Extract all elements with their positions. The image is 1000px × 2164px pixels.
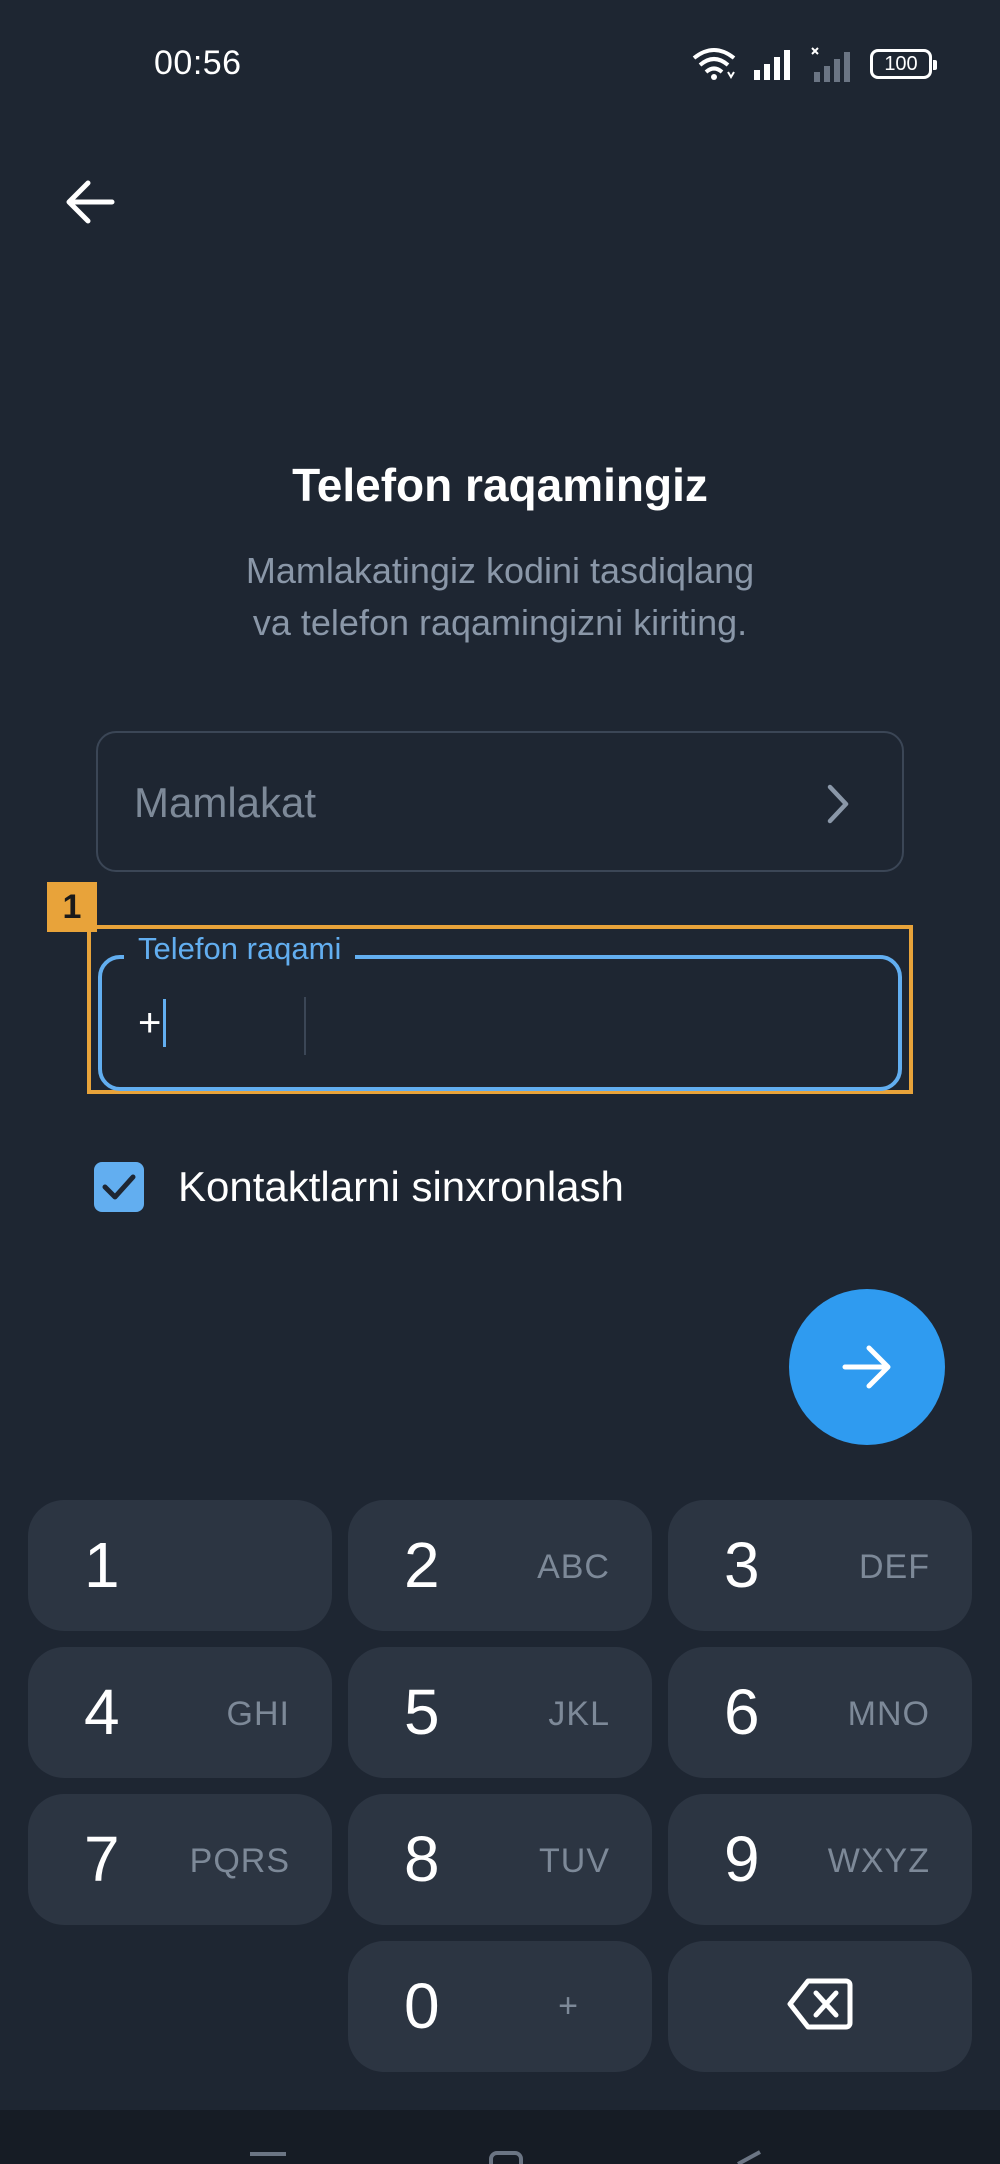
status-time: 00:56 — [154, 44, 242, 82]
key-digit: 8 — [404, 1823, 440, 1895]
phone-login-screen: 00:56 100 Telefon raqamingiz Mamlakating… — [0, 0, 1000, 2164]
subtitle-line-2: va telefon raqamingizni kiriting. — [252, 602, 748, 643]
sync-contacts-label: Kontaktlarni sinxronlash — [178, 1163, 624, 1210]
country-code-input[interactable]: + — [138, 999, 167, 1047]
plus-prefix: + — [138, 1000, 162, 1045]
key-digit: 7 — [84, 1823, 120, 1895]
phone-number-field[interactable]: Telefon raqami + — [98, 931, 902, 1091]
page-subtitle: Mamlakatingiz kodini tasdiqlang va telef… — [150, 545, 850, 649]
key-letters: DEF — [859, 1548, 930, 1586]
arrow-left-icon — [66, 180, 115, 224]
key-digit: 9 — [724, 1823, 760, 1895]
key-digit: 4 — [84, 1676, 120, 1748]
key-digit: 1 — [84, 1529, 120, 1601]
key-6[interactable]: 6 MNO — [668, 1647, 972, 1778]
key-letters: GHI — [226, 1695, 290, 1733]
key-0[interactable]: 0 + — [348, 1941, 652, 2072]
key-letters: ABC — [537, 1548, 610, 1586]
backspace-icon — [787, 1978, 853, 2030]
status-bar: 00:56 100 — [0, 0, 1000, 130]
phone-number-input[interactable] — [328, 983, 878, 1067]
country-selector[interactable]: Mamlakat — [96, 731, 904, 872]
key-8[interactable]: 8 TUV — [348, 1794, 652, 1925]
home-icon[interactable] — [488, 2150, 524, 2164]
key-digit: 5 — [404, 1676, 440, 1748]
key-2[interactable]: 2 ABC — [348, 1500, 652, 1631]
key-4[interactable]: 4 GHI — [28, 1647, 332, 1778]
backspace-key[interactable] — [668, 1941, 972, 2072]
checkmark-icon — [102, 1174, 136, 1200]
key-7[interactable]: 7 PQRS — [28, 1794, 332, 1925]
signal-icon — [754, 50, 790, 80]
chevron-right-icon — [827, 784, 849, 824]
phone-field-divider — [304, 997, 306, 1055]
subtitle-line-1: Mamlakatingiz kodini tasdiqlang — [245, 550, 755, 591]
key-letters: TUV — [539, 1842, 610, 1880]
key-letters: + — [558, 1987, 578, 2025]
battery-level: 100 — [884, 52, 918, 75]
status-icons: 100 — [692, 44, 937, 84]
text-caret — [163, 999, 167, 1047]
wifi-icon — [692, 48, 736, 80]
sync-contacts-checkbox[interactable] — [94, 1162, 144, 1212]
key-letters: MNO — [847, 1695, 930, 1733]
back-nav-icon[interactable] — [734, 2150, 764, 2164]
key-1[interactable]: 1 — [28, 1500, 332, 1631]
next-button[interactable] — [789, 1289, 945, 1445]
key-letters: WXYZ — [827, 1842, 930, 1880]
page-title: Telefon raqamingiz — [292, 459, 708, 511]
key-digit: 0 — [404, 1970, 440, 2042]
key-digit: 6 — [724, 1676, 760, 1748]
key-digit: 2 — [404, 1529, 440, 1601]
back-button[interactable] — [54, 166, 126, 238]
phone-field-label: Telefon raqami — [124, 931, 356, 967]
system-navigation-bar — [0, 2110, 1000, 2164]
battery-icon: 100 — [870, 49, 937, 79]
key-3[interactable]: 3 DEF — [668, 1500, 972, 1631]
key-digit: 3 — [724, 1529, 760, 1601]
key-9[interactable]: 9 WXYZ — [668, 1794, 972, 1925]
signal-no-sim-icon — [811, 47, 850, 82]
key-5[interactable]: 5 JKL — [348, 1647, 652, 1778]
sync-contacts-toggle[interactable]: Kontaktlarni sinxronlash — [94, 1160, 624, 1214]
menu-icon[interactable] — [248, 2150, 288, 2164]
arrow-right-icon — [842, 1345, 891, 1389]
country-placeholder: Mamlakat — [134, 779, 317, 826]
key-letters: PQRS — [189, 1842, 290, 1880]
key-letters: JKL — [548, 1695, 610, 1733]
